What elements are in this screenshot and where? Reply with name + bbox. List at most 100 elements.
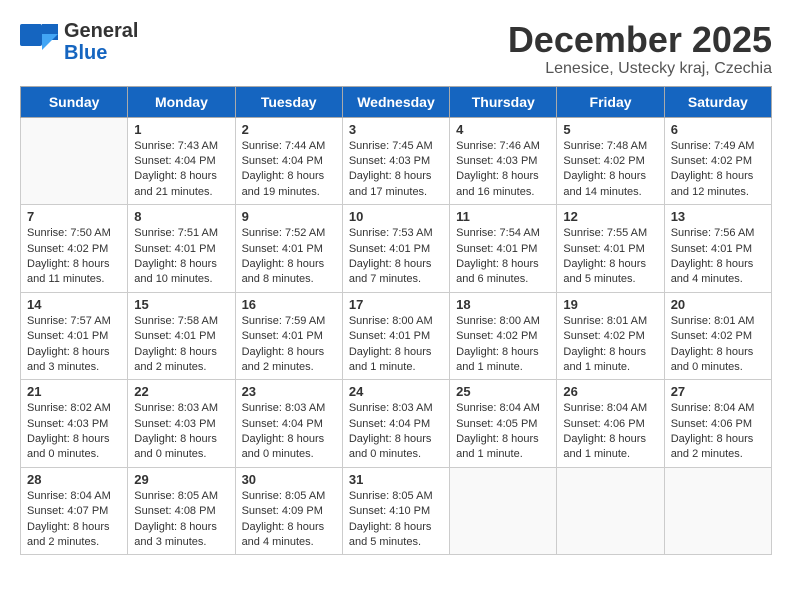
- calendar-week-row: 14Sunrise: 7:57 AMSunset: 4:01 PMDayligh…: [21, 292, 772, 380]
- calendar-cell: 10 Sunrise: 7:53 AMSunset: 4:01 PMDayligh…: [342, 205, 449, 293]
- calendar-cell: 6 Sunrise: 7:49 AMSunset: 4:02 PMDaylight…: [664, 117, 771, 205]
- day-content: Sunrise: 8:03 AMSunset: 4:04 PMDaylight:…: [349, 401, 443, 463]
- logo-icon: [20, 24, 58, 56]
- day-content: Sunrise: 7:53 AMSunset: 4:01 PMDaylight:…: [349, 226, 443, 288]
- calendar-cell: 28Sunrise: 8:04 AMSunset: 4:07 PMDayligh…: [21, 467, 128, 555]
- day-content: Sunrise: 7:43 AMSunset: 4:04 PMDaylight:…: [134, 139, 228, 201]
- day-number: 27: [671, 384, 765, 399]
- day-number: 3: [349, 122, 443, 137]
- day-number: 13: [671, 209, 765, 224]
- logo: General Blue: [20, 20, 138, 64]
- calendar-week-row: 21 Sunrise: 8:02 AMSunset: 4:03 PMDayligh…: [21, 380, 772, 468]
- day-number: 7: [27, 209, 121, 224]
- weekday-header-monday: Monday: [128, 86, 235, 117]
- day-content: Sunrise: 8:00 AMSunset: 4:02 PMDaylight:…: [456, 314, 550, 376]
- weekday-header-row: SundayMondayTuesdayWednesdayThursdayFrid…: [21, 86, 772, 117]
- calendar-cell: 16 Sunrise: 7:59 AMSunset: 4:01 PMDayligh…: [235, 292, 342, 380]
- calendar-week-row: 7 Sunrise: 7:50 AMSunset: 4:02 PMDaylight…: [21, 205, 772, 293]
- day-content: Sunrise: 7:55 AMSunset: 4:01 PMDaylight:…: [563, 226, 657, 288]
- page-header: General Blue December 2025 Lenesice, Ust…: [20, 20, 772, 78]
- day-number: 31: [349, 472, 443, 487]
- day-content: Sunrise: 8:04 AMSunset: 4:07 PMDaylight:…: [27, 489, 121, 551]
- calendar-cell: 31Sunrise: 8:05 AMSunset: 4:10 PMDayligh…: [342, 467, 449, 555]
- calendar-cell: 2Sunrise: 7:44 AMSunset: 4:04 PMDaylight…: [235, 117, 342, 205]
- day-number: 18: [456, 297, 550, 312]
- day-content: Sunrise: 8:01 AMSunset: 4:02 PMDaylight:…: [563, 314, 657, 376]
- day-number: 20: [671, 297, 765, 312]
- calendar-week-row: 28Sunrise: 8:04 AMSunset: 4:07 PMDayligh…: [21, 467, 772, 555]
- day-number: 24: [349, 384, 443, 399]
- weekday-header-friday: Friday: [557, 86, 664, 117]
- calendar-cell: 7 Sunrise: 7:50 AMSunset: 4:02 PMDaylight…: [21, 205, 128, 293]
- calendar-cell: 1 Sunrise: 7:43 AMSunset: 4:04 PMDaylight…: [128, 117, 235, 205]
- logo-blue-text: Blue: [64, 42, 138, 64]
- calendar-cell: 30 Sunrise: 8:05 AMSunset: 4:09 PMDayligh…: [235, 467, 342, 555]
- day-number: 4: [456, 122, 550, 137]
- day-number: 30: [242, 472, 336, 487]
- day-content: Sunrise: 7:48 AMSunset: 4:02 PMDaylight:…: [563, 139, 657, 201]
- day-content: Sunrise: 8:03 AMSunset: 4:03 PMDaylight:…: [134, 401, 228, 463]
- calendar-cell: 8Sunrise: 7:51 AMSunset: 4:01 PMDaylight…: [128, 205, 235, 293]
- day-content: Sunrise: 7:49 AMSunset: 4:02 PMDaylight:…: [671, 139, 765, 201]
- calendar-cell: 20 Sunrise: 8:01 AMSunset: 4:02 PMDayligh…: [664, 292, 771, 380]
- calendar-cell: [664, 467, 771, 555]
- day-number: 6: [671, 122, 765, 137]
- calendar-cell: 27 Sunrise: 8:04 AMSunset: 4:06 PMDayligh…: [664, 380, 771, 468]
- weekday-header-saturday: Saturday: [664, 86, 771, 117]
- day-number: 26: [563, 384, 657, 399]
- day-number: 8: [134, 209, 228, 224]
- day-content: Sunrise: 7:59 AMSunset: 4:01 PMDaylight:…: [242, 314, 336, 376]
- day-number: 5: [563, 122, 657, 137]
- day-number: 22: [134, 384, 228, 399]
- day-number: 21: [27, 384, 121, 399]
- day-number: 16: [242, 297, 336, 312]
- day-number: 12: [563, 209, 657, 224]
- calendar-cell: 22 Sunrise: 8:03 AMSunset: 4:03 PMDayligh…: [128, 380, 235, 468]
- day-number: 1: [134, 122, 228, 137]
- day-number: 14: [27, 297, 121, 312]
- calendar-cell: 25 Sunrise: 8:04 AMSunset: 4:05 PMDayligh…: [450, 380, 557, 468]
- weekday-header-sunday: Sunday: [21, 86, 128, 117]
- day-number: 10: [349, 209, 443, 224]
- day-content: Sunrise: 7:46 AMSunset: 4:03 PMDaylight:…: [456, 139, 550, 201]
- day-content: Sunrise: 8:04 AMSunset: 4:06 PMDaylight:…: [563, 401, 657, 463]
- logo-general-text: General: [64, 20, 138, 42]
- day-content: Sunrise: 7:44 AMSunset: 4:04 PMDaylight:…: [242, 139, 336, 201]
- calendar-cell: [21, 117, 128, 205]
- day-content: Sunrise: 8:04 AMSunset: 4:06 PMDaylight:…: [671, 401, 765, 463]
- calendar-cell: 18 Sunrise: 8:00 AMSunset: 4:02 PMDayligh…: [450, 292, 557, 380]
- calendar-cell: 9Sunrise: 7:52 AMSunset: 4:01 PMDaylight…: [235, 205, 342, 293]
- calendar-cell: 15Sunrise: 7:58 AMSunset: 4:01 PMDayligh…: [128, 292, 235, 380]
- day-number: 11: [456, 209, 550, 224]
- calendar-cell: 13 Sunrise: 7:56 AMSunset: 4:01 PMDayligh…: [664, 205, 771, 293]
- day-number: 9: [242, 209, 336, 224]
- day-content: Sunrise: 7:58 AMSunset: 4:01 PMDaylight:…: [134, 314, 228, 376]
- day-number: 17: [349, 297, 443, 312]
- calendar-week-row: 1 Sunrise: 7:43 AMSunset: 4:04 PMDaylight…: [21, 117, 772, 205]
- calendar-cell: 29Sunrise: 8:05 AMSunset: 4:08 PMDayligh…: [128, 467, 235, 555]
- day-content: Sunrise: 8:02 AMSunset: 4:03 PMDaylight:…: [27, 401, 121, 463]
- calendar-cell: 21 Sunrise: 8:02 AMSunset: 4:03 PMDayligh…: [21, 380, 128, 468]
- day-content: Sunrise: 7:45 AMSunset: 4:03 PMDaylight:…: [349, 139, 443, 201]
- day-content: Sunrise: 7:50 AMSunset: 4:02 PMDaylight:…: [27, 226, 121, 288]
- day-content: Sunrise: 8:01 AMSunset: 4:02 PMDaylight:…: [671, 314, 765, 376]
- day-number: 29: [134, 472, 228, 487]
- day-content: Sunrise: 8:04 AMSunset: 4:05 PMDaylight:…: [456, 401, 550, 463]
- day-number: 23: [242, 384, 336, 399]
- calendar-cell: 14Sunrise: 7:57 AMSunset: 4:01 PMDayligh…: [21, 292, 128, 380]
- calendar-cell: 26 Sunrise: 8:04 AMSunset: 4:06 PMDayligh…: [557, 380, 664, 468]
- day-content: Sunrise: 7:56 AMSunset: 4:01 PMDaylight:…: [671, 226, 765, 288]
- calendar-table: SundayMondayTuesdayWednesdayThursdayFrid…: [20, 86, 772, 556]
- weekday-header-wednesday: Wednesday: [342, 86, 449, 117]
- calendar-cell: [557, 467, 664, 555]
- calendar-cell: 11 Sunrise: 7:54 AMSunset: 4:01 PMDayligh…: [450, 205, 557, 293]
- month-title: December 2025: [508, 20, 772, 60]
- calendar-cell: 4 Sunrise: 7:46 AMSunset: 4:03 PMDaylight…: [450, 117, 557, 205]
- calendar-cell: 19Sunrise: 8:01 AMSunset: 4:02 PMDayligh…: [557, 292, 664, 380]
- day-content: Sunrise: 7:54 AMSunset: 4:01 PMDaylight:…: [456, 226, 550, 288]
- weekday-header-tuesday: Tuesday: [235, 86, 342, 117]
- day-number: 25: [456, 384, 550, 399]
- calendar-cell: 3 Sunrise: 7:45 AMSunset: 4:03 PMDaylight…: [342, 117, 449, 205]
- day-content: Sunrise: 8:05 AMSunset: 4:09 PMDaylight:…: [242, 489, 336, 551]
- calendar-cell: 24 Sunrise: 8:03 AMSunset: 4:04 PMDayligh…: [342, 380, 449, 468]
